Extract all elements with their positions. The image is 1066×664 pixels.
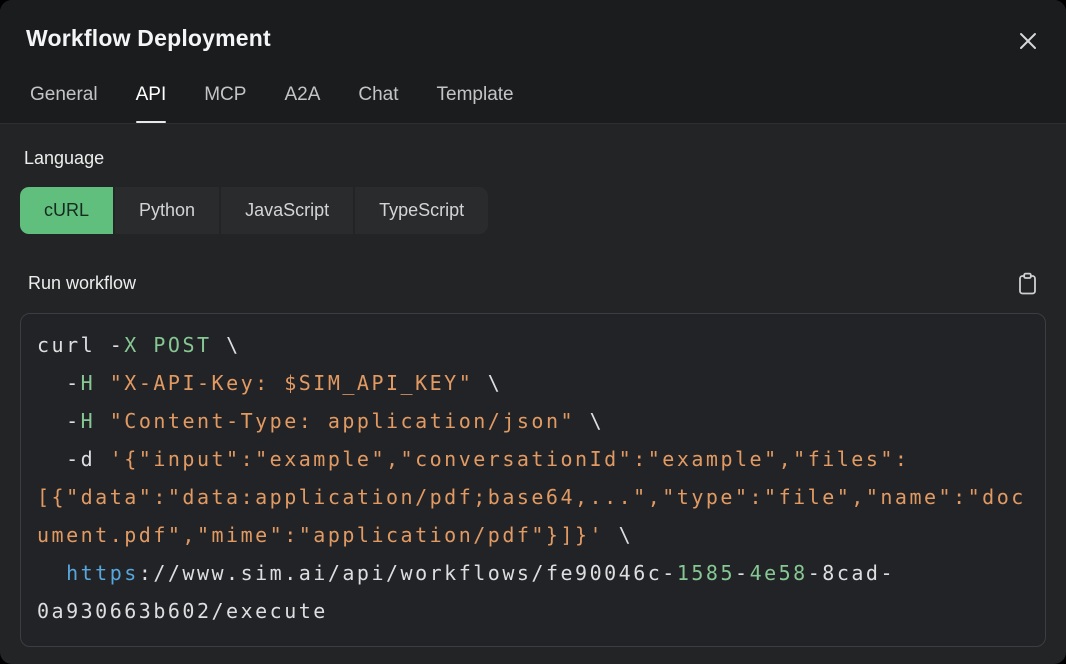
language-selector: cURL Python JavaScript TypeScript	[20, 187, 488, 234]
code-header: Run workflow	[20, 270, 1046, 296]
language-option-javascript[interactable]: JavaScript	[221, 187, 353, 234]
tab-template[interactable]: Template	[437, 84, 514, 123]
code-line: https://www.sim.ai/api/workflows/fe90046…	[37, 554, 1029, 592]
code-line: -d '{"input":"example","conversationId":…	[37, 440, 1029, 478]
tab-api[interactable]: API	[136, 84, 167, 123]
modal-header: Workflow Deployment General API MCP A2A …	[0, 0, 1066, 124]
code-line: 0a930663b602/execute	[37, 592, 1029, 630]
close-icon	[1018, 31, 1038, 51]
code-line: -H "Content-Type: application/json" \	[37, 402, 1029, 440]
copy-button[interactable]	[1014, 270, 1040, 296]
language-option-curl[interactable]: cURL	[20, 187, 113, 234]
run-workflow-label: Run workflow	[28, 273, 136, 294]
code-line: [{"data":"data:application/pdf;base64,..…	[37, 478, 1029, 516]
language-option-typescript[interactable]: TypeScript	[355, 187, 488, 234]
page-title: Workflow Deployment	[26, 25, 271, 52]
code-block[interactable]: curl -X POST \ -H "X-API-Key: $SIM_API_K…	[20, 313, 1046, 647]
language-option-python[interactable]: Python	[115, 187, 219, 234]
code-line: -H "X-API-Key: $SIM_API_KEY" \	[37, 364, 1029, 402]
code-line: ument.pdf","mime":"application/pdf"}]}' …	[37, 516, 1029, 554]
title-row: Workflow Deployment	[0, 0, 1066, 55]
modal-body: Language cURL Python JavaScript TypeScri…	[0, 124, 1066, 647]
tab-general[interactable]: General	[30, 84, 98, 123]
tab-mcp[interactable]: MCP	[204, 84, 246, 123]
language-label: Language	[24, 148, 1046, 169]
code-line: curl -X POST \	[37, 326, 1029, 364]
clipboard-icon	[1017, 272, 1038, 295]
tab-chat[interactable]: Chat	[358, 84, 398, 123]
tab-a2a[interactable]: A2A	[284, 84, 320, 123]
tab-bar: General API MCP A2A Chat Template	[30, 84, 1066, 123]
close-button[interactable]	[1014, 27, 1042, 55]
workflow-deployment-modal: Workflow Deployment General API MCP A2A …	[0, 0, 1066, 664]
